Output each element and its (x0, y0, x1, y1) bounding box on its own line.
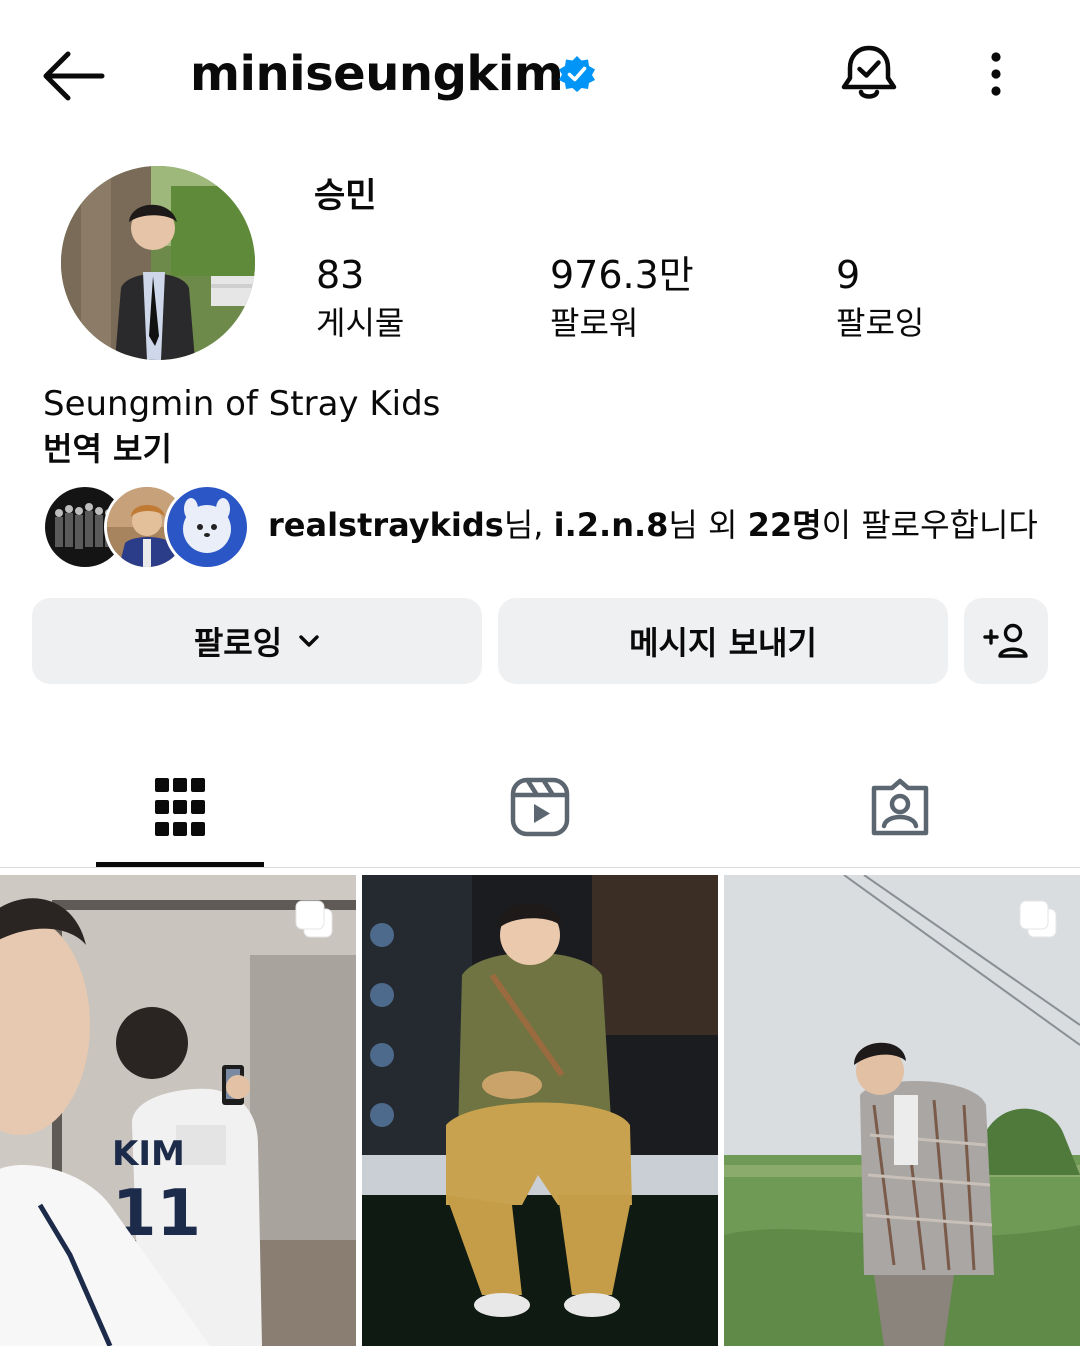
mutual-avatar[interactable] (164, 484, 250, 570)
tab-posts-grid[interactable] (135, 762, 225, 852)
chevron-down-icon (299, 635, 319, 647)
send-message-button[interactable]: 메시지 보내기 (498, 598, 948, 684)
mutual-followers-text[interactable]: realstraykids님, i.2.n.8님 외 22명이 팔로우합니다 (268, 502, 1038, 548)
grid-icon (155, 778, 205, 836)
stat-following-label: 팔로잉 (836, 304, 925, 342)
profile-username-title: miniseungkim (190, 46, 564, 102)
tab-divider (0, 867, 1080, 868)
stat-posts-label: 게시물 (316, 304, 405, 342)
tab-tagged[interactable] (855, 762, 945, 852)
mutual-tail: 이 팔로우합니다 (821, 506, 1038, 544)
post-thumbnail[interactable]: KIM 11 (0, 875, 356, 1346)
stat-following-value: 9 (836, 253, 861, 297)
mutual-user-1[interactable]: realstraykids (268, 506, 504, 544)
more-vertical-icon[interactable] (984, 52, 1008, 96)
bell-check-icon[interactable] (838, 42, 900, 104)
suggested-accounts-button[interactable] (964, 598, 1048, 684)
multi-photo-icon (295, 900, 333, 938)
stat-followers-label: 팔로워 (550, 304, 639, 342)
stat-followers[interactable]: 976.3만 팔로워 (550, 250, 694, 346)
bio-text: Seungmin of Stray Kids (43, 384, 441, 424)
mutual-user-2[interactable]: i.2.n.8 (554, 506, 669, 544)
avatar[interactable] (61, 166, 255, 360)
stat-following[interactable]: 9 팔로잉 (836, 250, 924, 346)
mutual-suffix-2: 님 외 (668, 506, 748, 544)
profile-display-name: 승민 (314, 176, 377, 216)
svg-text:KIM: KIM (112, 1134, 185, 1174)
mutual-suffix-1: 님, (503, 506, 554, 544)
tagged-icon (871, 778, 929, 836)
multi-photo-icon (1019, 900, 1057, 938)
stat-posts-value: 83 (316, 253, 365, 297)
see-translation-link[interactable]: 번역 보기 (43, 426, 172, 472)
mutual-count[interactable]: 22명 (748, 506, 822, 544)
post-thumbnail[interactable] (724, 875, 1080, 1346)
stat-posts[interactable]: 83 게시물 (316, 250, 404, 346)
back-arrow-icon[interactable] (40, 50, 106, 102)
send-message-label: 메시지 보내기 (629, 624, 817, 662)
stat-followers-value: 976.3만 (550, 253, 694, 297)
following-button[interactable]: 팔로잉 (32, 598, 482, 684)
post-thumbnail[interactable] (362, 875, 718, 1346)
add-person-icon (983, 623, 1028, 658)
tab-reels[interactable] (495, 762, 585, 852)
verified-badge-icon (558, 55, 596, 93)
following-button-label: 팔로잉 (193, 624, 283, 662)
reels-icon (510, 777, 570, 837)
